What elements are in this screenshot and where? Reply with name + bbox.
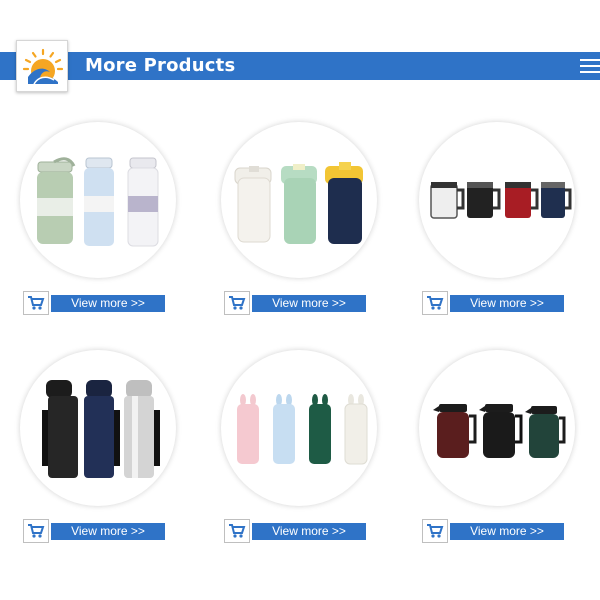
- view-more-label: View more >>: [272, 296, 346, 310]
- hamburger-menu-icon[interactable]: [578, 56, 600, 76]
- shopping-cart-icon[interactable]: [23, 519, 49, 543]
- view-more-label: View more >>: [470, 524, 544, 538]
- product-image-travel-flasks[interactable]: [20, 350, 176, 506]
- view-more-bar[interactable]: View more >>: [252, 295, 366, 312]
- view-more-button[interactable]: View more >>: [224, 291, 366, 315]
- sun-wave-logo-icon[interactable]: [16, 40, 68, 92]
- shopping-cart-icon[interactable]: [23, 291, 49, 315]
- shopping-cart-icon[interactable]: [422, 291, 448, 315]
- view-more-label: View more >>: [71, 524, 145, 538]
- view-more-bar[interactable]: View more >>: [51, 295, 165, 312]
- view-more-bar[interactable]: View more >>: [51, 523, 165, 540]
- product-image-coffee-pots[interactable]: [419, 350, 575, 506]
- view-more-button[interactable]: View more >>: [23, 519, 165, 543]
- view-more-bar[interactable]: View more >>: [450, 523, 564, 540]
- view-more-bar[interactable]: View more >>: [252, 523, 366, 540]
- product-image-rabbit-ear-bottles[interactable]: [221, 350, 377, 506]
- shopping-cart-icon[interactable]: [224, 519, 250, 543]
- product-card: View more >>: [216, 350, 386, 550]
- view-more-button[interactable]: View more >>: [422, 291, 564, 315]
- view-more-button[interactable]: View more >>: [422, 519, 564, 543]
- shopping-cart-icon[interactable]: [422, 519, 448, 543]
- product-image-sports-water-bottles[interactable]: [20, 122, 176, 278]
- product-card: View more >>: [15, 122, 185, 322]
- view-more-button[interactable]: View more >>: [224, 519, 366, 543]
- view-more-label: View more >>: [71, 296, 145, 310]
- product-image-straw-tumblers[interactable]: [221, 122, 377, 278]
- shopping-cart-icon[interactable]: [224, 291, 250, 315]
- view-more-bar[interactable]: View more >>: [450, 295, 564, 312]
- product-card: View more >>: [15, 350, 185, 550]
- section-header: More Products: [0, 52, 600, 80]
- product-card: View more >>: [414, 122, 584, 322]
- view-more-label: View more >>: [272, 524, 346, 538]
- section-title: More Products: [85, 55, 236, 76]
- product-image-camping-mugs[interactable]: [419, 122, 575, 278]
- product-card: View more >>: [414, 350, 584, 550]
- product-card: View more >>: [216, 122, 386, 322]
- view-more-label: View more >>: [470, 296, 544, 310]
- view-more-button[interactable]: View more >>: [23, 291, 165, 315]
